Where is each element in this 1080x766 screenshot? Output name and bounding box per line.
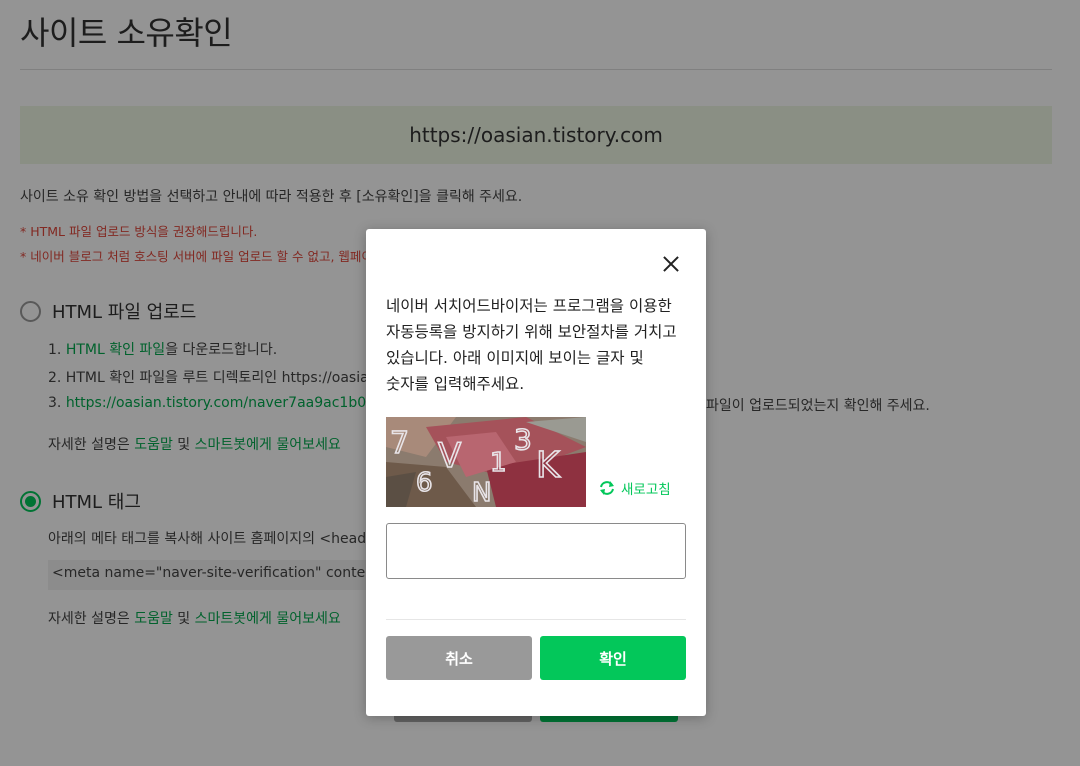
refresh-button[interactable]: 새로고침 xyxy=(598,478,671,498)
captcha-svg: 7 V 3 1 K 6 N xyxy=(386,417,586,507)
captcha-char: N xyxy=(472,478,491,507)
dialog-divider xyxy=(386,619,686,620)
captcha-image: 7 V 3 1 K 6 N xyxy=(386,417,586,507)
refresh-label: 새로고침 xyxy=(621,482,671,498)
captcha-char: 1 xyxy=(490,448,507,478)
captcha-char: 6 xyxy=(416,468,433,498)
refresh-icon xyxy=(600,481,614,495)
captcha-char: 7 xyxy=(390,426,409,461)
confirm-button[interactable]: 확인 xyxy=(540,636,686,680)
captcha-char: 3 xyxy=(514,423,532,456)
cancel-button[interactable]: 취소 xyxy=(386,636,532,680)
captcha-dialog: 네이버 서치어드바이저는 프로그램을 이용한 자동등록을 방지하기 위해 보안절… xyxy=(366,229,706,716)
dialog-message: 네이버 서치어드바이저는 프로그램을 이용한 자동등록을 방지하기 위해 보안절… xyxy=(386,297,677,393)
captcha-input[interactable] xyxy=(386,523,686,579)
close-icon[interactable] xyxy=(658,251,684,277)
captcha-char: K xyxy=(536,445,561,486)
captcha-char: V xyxy=(438,436,461,476)
